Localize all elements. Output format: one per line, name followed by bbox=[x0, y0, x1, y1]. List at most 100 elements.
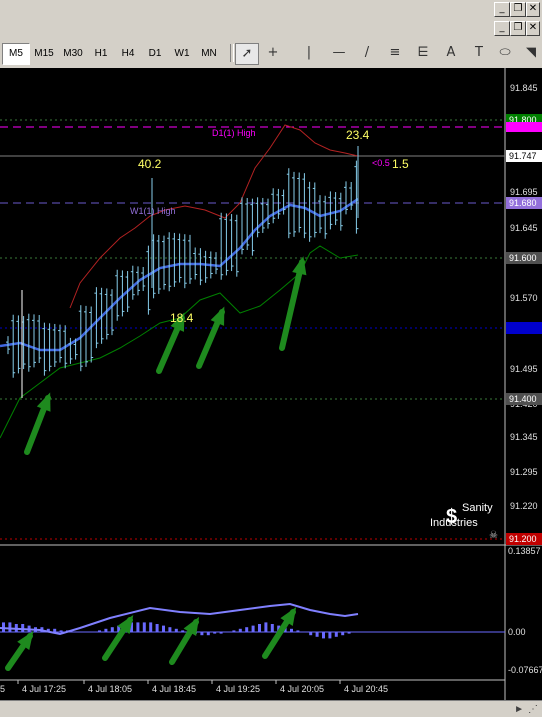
arrow-shaft bbox=[279, 259, 305, 351]
time-tick-label: 4 Jul 18:45 bbox=[152, 684, 196, 694]
histogram-bar bbox=[264, 622, 268, 632]
timeframe-m5-button[interactable]: M5 bbox=[2, 43, 30, 65]
price-tick-label: 91.495 bbox=[510, 364, 538, 374]
cursor-icon[interactable]: ➚ bbox=[235, 43, 259, 65]
arrow-head bbox=[210, 306, 225, 326]
price-tick-label: 91.570 bbox=[510, 293, 538, 303]
horizontal-line-icon[interactable]: — bbox=[328, 43, 350, 63]
timeframe-d1-button[interactable]: D1 bbox=[141, 43, 169, 65]
vertical-line-icon[interactable]: | bbox=[298, 43, 320, 63]
histogram-bar bbox=[21, 624, 25, 632]
histogram-bar bbox=[213, 632, 217, 634]
d1-price-tag bbox=[506, 122, 542, 132]
histogram-bar bbox=[328, 632, 332, 639]
histogram-bar bbox=[85, 632, 89, 633]
blue-price-tag bbox=[506, 322, 542, 334]
histogram-bar bbox=[104, 628, 108, 632]
arrow-up-icon bbox=[24, 392, 51, 455]
indicator-tick-label: 0.00 bbox=[508, 627, 526, 637]
histogram-bar bbox=[322, 632, 325, 639]
histogram-bar bbox=[315, 632, 319, 637]
chart-window[interactable]: 91.84591.77091.69591.64591.57091.49591.4… bbox=[0, 68, 542, 700]
histogram-bar bbox=[91, 632, 95, 633]
crosshair-icon[interactable]: + bbox=[262, 43, 284, 63]
timeframe-m30-button[interactable]: M30 bbox=[58, 43, 88, 65]
time-tick-label: 4 Jul 17:25 bbox=[22, 684, 66, 694]
title-bar: _ ❐ ✕ bbox=[0, 0, 542, 18]
time-tick-label: 4 Jul 20:05 bbox=[280, 684, 324, 694]
resize-grip-icon[interactable]: ⋰ bbox=[528, 704, 538, 715]
histogram-bar bbox=[270, 624, 274, 632]
scroll-right-icon[interactable]: ► bbox=[514, 704, 524, 715]
price-tick-label: 91.695 bbox=[510, 187, 538, 197]
price-chart[interactable]: 91.84591.77091.69591.64591.57091.49591.4… bbox=[0, 68, 542, 700]
histogram-bar bbox=[8, 622, 12, 632]
price-tag-label: 91.400 bbox=[509, 394, 537, 404]
timeframe-h4-button[interactable]: H4 bbox=[114, 43, 142, 65]
histogram-bar bbox=[162, 625, 165, 632]
arrow-up-icon bbox=[5, 631, 34, 671]
child-minimize-button[interactable]: _ bbox=[494, 21, 510, 36]
histogram-bar bbox=[232, 630, 236, 632]
ellipse-icon[interactable]: ⬭ bbox=[494, 43, 516, 63]
lower-envelope-line bbox=[0, 245, 359, 439]
histogram-bar bbox=[168, 627, 172, 632]
close-button[interactable]: ✕ bbox=[526, 2, 540, 17]
timeframe-w1-button[interactable]: W1 bbox=[168, 43, 196, 65]
child-restore-button[interactable]: ❐ bbox=[510, 21, 526, 36]
timeframe-mn-button[interactable]: MN bbox=[195, 43, 223, 65]
value-label-right: 23.4 bbox=[346, 128, 370, 142]
restore-button[interactable]: ❐ bbox=[510, 2, 526, 17]
price-tag-label: 91.680 bbox=[509, 198, 537, 208]
histogram-bar bbox=[258, 624, 261, 632]
arrow-up-icon bbox=[279, 256, 307, 351]
time-tick-label: 5 bbox=[0, 684, 5, 694]
text-label-icon[interactable]: T bbox=[468, 43, 490, 63]
indicator-tick-label: -0.07667 bbox=[508, 665, 542, 675]
menu-bar: _ ❐ ✕ bbox=[0, 18, 542, 38]
histogram-bar bbox=[296, 630, 300, 632]
timeframe-h1-button[interactable]: H1 bbox=[87, 43, 115, 65]
text-icon[interactable]: A bbox=[440, 43, 462, 63]
diff-label: <0.5 bbox=[372, 158, 390, 168]
price-tick-label: 91.345 bbox=[510, 432, 538, 442]
histogram-bar bbox=[219, 632, 223, 634]
histogram-bar bbox=[238, 628, 242, 632]
fibonacci-icon[interactable]: ⋿ bbox=[412, 43, 434, 63]
skull-icon: ☠ bbox=[489, 530, 498, 541]
histogram-bar bbox=[72, 632, 76, 633]
histogram-bar bbox=[136, 622, 140, 632]
arrow-shape-icon[interactable]: ◥ bbox=[520, 43, 542, 63]
arrow-head bbox=[36, 392, 51, 412]
histogram-bar bbox=[347, 632, 351, 634]
arrow-head bbox=[292, 256, 307, 276]
equidistant-channel-icon[interactable]: ≡ bbox=[384, 43, 406, 63]
time-tick-label: 4 Jul 18:05 bbox=[88, 684, 132, 694]
child-close-button[interactable]: ✕ bbox=[526, 21, 540, 36]
toolbar-separator bbox=[230, 44, 234, 62]
price-tag-label: 91.200 bbox=[509, 534, 537, 544]
diff-value-label: 1.5 bbox=[392, 157, 409, 171]
histogram-bar bbox=[53, 628, 57, 632]
histogram-bar bbox=[302, 632, 306, 633]
timeframe-m15-button[interactable]: M15 bbox=[29, 43, 59, 65]
histogram-bar bbox=[200, 632, 204, 636]
toolbar: M5 M15 M30 H1 H4 D1 W1 MN ➚ + | — / ≡ ⋿ A T ⬭ ◥ bbox=[0, 38, 542, 69]
histogram-bar bbox=[334, 632, 338, 637]
price-tag-label: 91.747 bbox=[509, 151, 537, 161]
watermark-bottom: Industries bbox=[430, 517, 478, 529]
price-tick-label: 91.295 bbox=[510, 467, 538, 477]
histogram-bar bbox=[206, 632, 210, 636]
minimize-button[interactable]: _ bbox=[494, 2, 510, 17]
price-tag-label: 91.600 bbox=[509, 253, 537, 263]
histogram-bar bbox=[181, 630, 185, 632]
arrow-up-icon bbox=[102, 614, 134, 661]
histogram-bar bbox=[174, 628, 178, 632]
trendline-icon[interactable]: / bbox=[356, 43, 378, 63]
d1-high-label: D1(1) High bbox=[212, 128, 256, 138]
price-tick-label: 91.845 bbox=[510, 83, 538, 93]
histogram-bar bbox=[149, 622, 153, 632]
price-tick-label: 91.220 bbox=[510, 501, 538, 511]
histogram-bar bbox=[98, 630, 101, 632]
histogram-bar bbox=[226, 632, 229, 633]
